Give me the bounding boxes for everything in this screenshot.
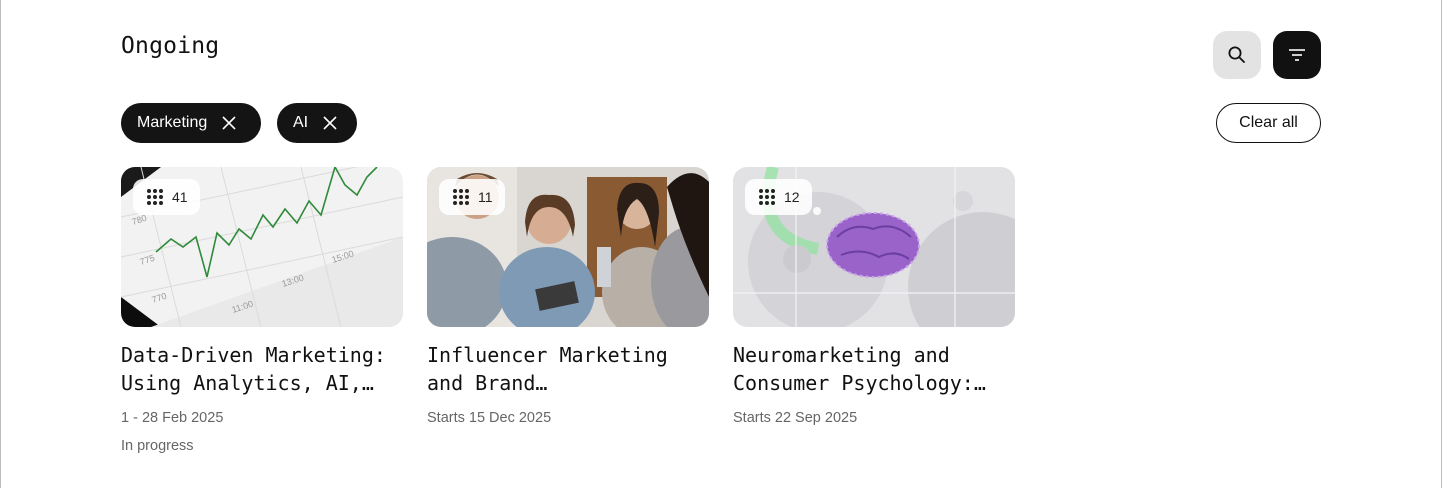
course-thumbnail: 11 [427,167,709,327]
item-count: 41 [172,189,188,205]
close-icon[interactable] [322,115,338,131]
search-icon [1228,46,1245,63]
course-date: Starts 15 Dec 2025 [427,410,552,426]
course-title[interactable]: Data-Driven Marketing: Using Analytics, … [121,341,403,397]
filter-chip-label: Marketing [137,114,208,131]
item-count-badge: 41 [133,179,200,215]
course-title[interactable]: Neuromarketing and Consumer Psychology: … [733,341,1015,397]
grid-icon [758,188,776,206]
course-thumbnail: 780 775 770 11:00 13:00 15:00 41 [121,167,403,327]
course-card[interactable]: 780 775 770 11:00 13:00 15:00 41 Data-Dr… [121,167,403,454]
course-card[interactable]: 12 Neuromarketing and Consumer Psycholog… [733,167,1015,426]
course-card[interactable]: 11 Influencer Marketing and Brand Collab… [427,167,709,426]
course-status: In progress [121,438,194,454]
item-count: 12 [784,189,800,205]
course-date: 1 - 28 Feb 2025 [121,410,224,426]
item-count-badge: 11 [439,179,505,215]
course-title[interactable]: Influencer Marketing and Brand Collabora… [427,341,709,397]
course-date: Starts 22 Sep 2025 [733,410,858,426]
search-button[interactable] [1213,31,1261,79]
clear-all-button[interactable]: Clear all [1216,103,1321,143]
filter-chip-marketing[interactable]: Marketing [121,103,261,143]
grid-icon [146,188,164,206]
item-count: 11 [478,189,493,205]
item-count-badge: 12 [745,179,812,215]
filter-icon [1289,49,1305,61]
course-thumbnail: 12 [733,167,1015,327]
filter-chip-label: AI [293,114,309,131]
grid-icon [452,188,470,206]
close-icon[interactable] [221,115,237,131]
filter-button[interactable] [1273,31,1321,79]
filter-chip-ai[interactable]: AI [277,103,357,143]
page-title: Ongoing [121,33,220,59]
